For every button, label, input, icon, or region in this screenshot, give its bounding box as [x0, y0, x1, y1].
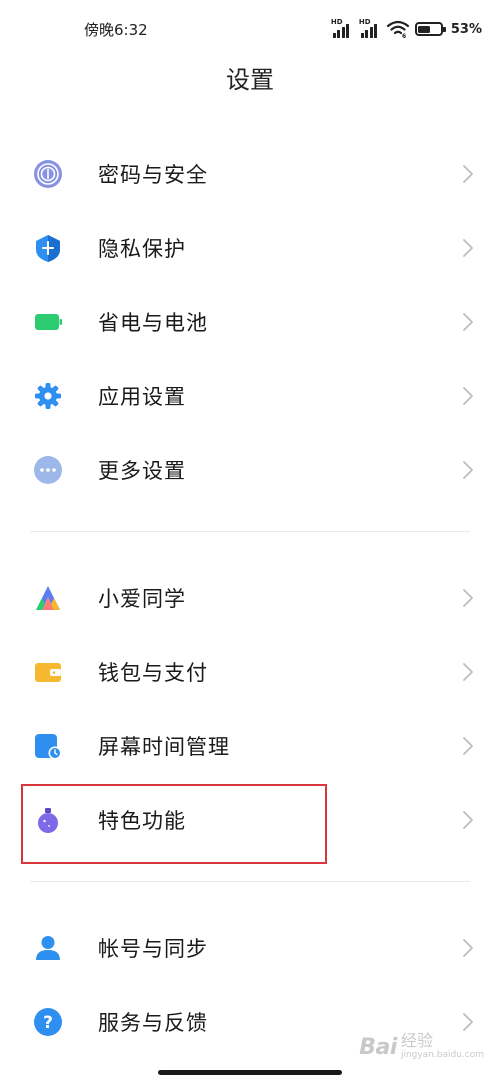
settings-item-label: 帐号与同步	[98, 937, 208, 961]
cellular-signal-icon: HD	[331, 18, 353, 38]
settings-item-label: 省电与电池	[98, 311, 208, 335]
chevron-right-icon	[462, 460, 474, 480]
fingerprint-icon	[33, 159, 63, 189]
settings-item-more-dots[interactable]: 更多设置	[0, 433, 500, 507]
wifi-icon: 6	[386, 20, 409, 38]
settings-item-label: 服务与反馈	[98, 1011, 208, 1035]
battery-fill	[418, 25, 430, 33]
settings-item-potion-flask[interactable]: 特色功能	[0, 783, 500, 857]
chevron-right-icon	[462, 238, 474, 258]
cellular-signal-icon: HD	[359, 18, 381, 38]
chevron-right-icon	[462, 938, 474, 958]
more-dots-icon	[33, 455, 63, 485]
svg-text:?: ?	[43, 1013, 53, 1033]
wallet-icon	[33, 657, 63, 687]
settings-list: 密码与安全 隐私保护 省电与电池 应用设置 更多设置 小爱同学 钱包与支付 屏幕…	[0, 137, 500, 1059]
help-icon: ?	[33, 1007, 63, 1037]
screen-time-icon	[33, 731, 63, 761]
status-bar: 傍晚6:32 HD HD 6 53%	[0, 0, 500, 56]
chevron-right-icon	[462, 312, 474, 332]
settings-item-label: 应用设置	[98, 385, 186, 409]
settings-item-fingerprint[interactable]: 密码与安全	[0, 137, 500, 211]
settings-screen: 傍晚6:32 HD HD 6 53% 设置 密码与安全 隐私保护 省电与电池 应…	[0, 0, 500, 1084]
settings-item-label: 屏幕时间管理	[98, 735, 230, 759]
wifi-badge: 6	[402, 33, 406, 38]
settings-item-label: 隐私保护	[98, 237, 186, 261]
xiaoai-icon	[33, 583, 63, 613]
settings-item-label: 小爱同学	[98, 587, 186, 611]
chevron-right-icon	[462, 386, 474, 406]
battery-percentage: 53%	[450, 21, 482, 37]
page-title: 设置	[226, 66, 274, 94]
battery-icon	[33, 307, 63, 337]
battery-icon	[414, 22, 446, 36]
settings-item-label: 特色功能	[98, 809, 186, 833]
settings-item-wallet[interactable]: 钱包与支付	[0, 635, 500, 709]
status-time: 傍晚6:32	[84, 21, 148, 39]
account-icon	[33, 933, 63, 963]
settings-item-help[interactable]: ? 服务与反馈	[0, 985, 500, 1059]
settings-item-xiaoai[interactable]: 小爱同学	[0, 561, 500, 635]
potion-flask-icon	[33, 805, 63, 835]
chevron-right-icon	[462, 588, 474, 608]
gear-icon	[33, 381, 63, 411]
chevron-right-icon	[462, 164, 474, 184]
home-indicator[interactable]	[158, 1070, 342, 1075]
settings-item-account[interactable]: 帐号与同步	[0, 911, 500, 985]
chevron-right-icon	[462, 1012, 474, 1032]
settings-item-label: 钱包与支付	[98, 661, 208, 685]
chevron-right-icon	[462, 662, 474, 682]
chevron-right-icon	[462, 736, 474, 756]
settings-item-privacy-shield[interactable]: 隐私保护	[0, 211, 500, 285]
settings-item-gear[interactable]: 应用设置	[0, 359, 500, 433]
settings-item-battery[interactable]: 省电与电池	[0, 285, 500, 359]
status-indicators: HD HD 6 53%	[331, 18, 482, 40]
privacy-shield-icon	[33, 233, 63, 263]
settings-item-label: 更多设置	[98, 459, 186, 483]
settings-item-label: 密码与安全	[98, 163, 208, 187]
settings-item-screen-time[interactable]: 屏幕时间管理	[0, 709, 500, 783]
chevron-right-icon	[462, 810, 474, 830]
